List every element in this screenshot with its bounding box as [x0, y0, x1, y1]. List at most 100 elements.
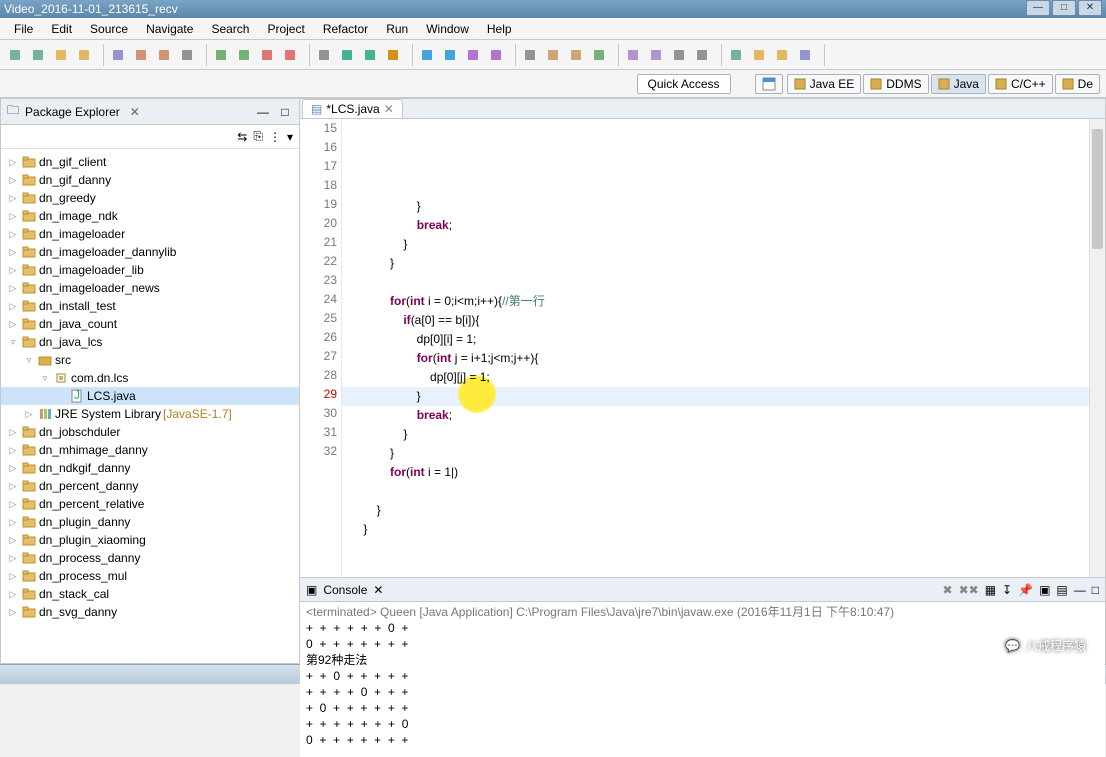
- toolbar-button-0[interactable]: [4, 44, 26, 66]
- toolbar-button-10[interactable]: [210, 44, 232, 66]
- tree-item[interactable]: ▷dn_mhimage_danny: [1, 441, 299, 459]
- menu-file[interactable]: File: [6, 20, 41, 38]
- view-menu-icon[interactable]: ▾: [287, 130, 293, 144]
- tree-item[interactable]: ▷dn_imageloader_lib: [1, 261, 299, 279]
- twisty-icon[interactable]: ▷: [7, 517, 19, 528]
- twisty-icon[interactable]: ▷: [7, 211, 19, 222]
- twisty-icon[interactable]: ▷: [7, 427, 19, 438]
- tree-item[interactable]: JLCS.java: [1, 387, 299, 405]
- toolbar-button-20[interactable]: [416, 44, 438, 66]
- twisty-icon[interactable]: ▷: [7, 589, 19, 600]
- twisty-icon[interactable]: ▷: [7, 481, 19, 492]
- close-tab-icon[interactable]: ✕: [384, 102, 394, 116]
- maximize-button[interactable]: □: [1052, 0, 1076, 16]
- collapse-all-icon[interactable]: ⇆: [237, 130, 247, 144]
- toolbar-button-13[interactable]: [279, 44, 301, 66]
- tree-item[interactable]: ▷dn_imageloader: [1, 225, 299, 243]
- minimize-view-icon[interactable]: —: [255, 104, 271, 120]
- toolbar-button-32[interactable]: [668, 44, 690, 66]
- toolbar-button-18[interactable]: [382, 44, 404, 66]
- twisty-icon[interactable]: ▷: [7, 301, 19, 312]
- toolbar-button-16[interactable]: [336, 44, 358, 66]
- twisty-icon[interactable]: ▷: [7, 175, 19, 186]
- toolbar-button-6[interactable]: [130, 44, 152, 66]
- tree-item[interactable]: ▷dn_imageloader_news: [1, 279, 299, 297]
- max-console-icon[interactable]: □: [1092, 583, 1099, 597]
- toolbar-button-35[interactable]: [725, 44, 747, 66]
- tree-item[interactable]: ▷dn_java_count: [1, 315, 299, 333]
- toolbar-button-22[interactable]: [462, 44, 484, 66]
- twisty-icon[interactable]: ▷: [7, 499, 19, 510]
- minimize-button[interactable]: —: [1026, 0, 1050, 16]
- toolbar-button-1[interactable]: [27, 44, 49, 66]
- tree-item[interactable]: ▷dn_gif_client: [1, 153, 299, 171]
- close-button[interactable]: ✕: [1078, 0, 1102, 16]
- toolbar-button-7[interactable]: [153, 44, 175, 66]
- tree-item[interactable]: ▷dn_ndkgif_danny: [1, 459, 299, 477]
- toolbar-button-17[interactable]: [359, 44, 381, 66]
- twisty-icon[interactable]: ▷: [7, 571, 19, 582]
- tree-item[interactable]: ▷dn_stack_cal: [1, 585, 299, 603]
- perspective-cc[interactable]: C/C++: [988, 74, 1053, 94]
- quick-access[interactable]: Quick Access: [637, 74, 731, 94]
- menu-edit[interactable]: Edit: [43, 20, 80, 38]
- tree-item[interactable]: ▷dn_install_test: [1, 297, 299, 315]
- close-view-icon[interactable]: ✕: [130, 105, 140, 119]
- twisty-icon[interactable]: ▷: [7, 445, 19, 456]
- toolbar-button-3[interactable]: [73, 44, 95, 66]
- tree-item[interactable]: ▷dn_plugin_danny: [1, 513, 299, 531]
- twisty-icon[interactable]: ▷: [7, 607, 19, 618]
- min-console-icon[interactable]: —: [1074, 583, 1086, 597]
- toolbar-button-26[interactable]: [542, 44, 564, 66]
- twisty-icon[interactable]: ▷: [7, 553, 19, 564]
- toolbar-button-30[interactable]: [622, 44, 644, 66]
- perspective-ddms[interactable]: DDMS: [863, 74, 928, 94]
- perspective-de[interactable]: De: [1055, 74, 1100, 94]
- open-perspective-button[interactable]: [755, 74, 783, 94]
- toolbar-button-8[interactable]: [176, 44, 198, 66]
- twisty-icon[interactable]: ▷: [7, 265, 19, 276]
- twisty-icon[interactable]: ▷: [7, 247, 19, 258]
- tree-item[interactable]: ▷dn_image_ndk: [1, 207, 299, 225]
- tree-item[interactable]: ▷dn_percent_relative: [1, 495, 299, 513]
- project-tree[interactable]: ▷dn_gif_client▷dn_gif_danny▷dn_greedy▷dn…: [1, 149, 299, 663]
- tree-item[interactable]: ▷dn_process_mul: [1, 567, 299, 585]
- menu-project[interactable]: Project: [259, 20, 312, 38]
- tree-item[interactable]: ▷dn_percent_danny: [1, 477, 299, 495]
- console-output[interactable]: <terminated> Queen [Java Application] C:…: [300, 602, 1105, 757]
- clear-console-icon[interactable]: ▦: [985, 583, 996, 597]
- twisty-icon[interactable]: ▿: [39, 373, 51, 384]
- twisty-icon[interactable]: ▷: [7, 283, 19, 294]
- tree-item[interactable]: ▷dn_gif_danny: [1, 171, 299, 189]
- menu-refactor[interactable]: Refactor: [315, 20, 376, 38]
- tree-item[interactable]: ▷dn_greedy: [1, 189, 299, 207]
- toolbar-button-21[interactable]: [439, 44, 461, 66]
- twisty-icon[interactable]: ▿: [7, 337, 19, 348]
- filter-icon[interactable]: ⋮: [269, 130, 281, 144]
- link-editor-icon[interactable]: ⎘: [253, 129, 263, 144]
- toolbar-button-25[interactable]: [519, 44, 541, 66]
- tree-item[interactable]: ▷JRE System Library [JavaSE-1.7]: [1, 405, 299, 423]
- scroll-lock-icon[interactable]: ↧: [1002, 583, 1012, 597]
- tree-item[interactable]: ▿src: [1, 351, 299, 369]
- toolbar-button-27[interactable]: [565, 44, 587, 66]
- toolbar-button-38[interactable]: [794, 44, 816, 66]
- perspective-java[interactable]: Java: [931, 74, 986, 94]
- perspective-javaee[interactable]: Java EE: [787, 74, 862, 94]
- code-editor[interactable]: 151617181920212223242526272829303132 } b…: [300, 119, 1105, 577]
- toolbar-button-36[interactable]: [748, 44, 770, 66]
- menu-run[interactable]: Run: [378, 20, 416, 38]
- tree-item[interactable]: ▷dn_imageloader_dannylib: [1, 243, 299, 261]
- menu-navigate[interactable]: Navigate: [138, 20, 201, 38]
- tree-item[interactable]: ▷dn_jobschduler: [1, 423, 299, 441]
- twisty-icon[interactable]: ▷: [7, 535, 19, 546]
- twisty-icon[interactable]: ▿: [23, 355, 35, 366]
- toolbar-button-15[interactable]: [313, 44, 335, 66]
- menu-source[interactable]: Source: [82, 20, 136, 38]
- tree-item[interactable]: ▿dn_java_lcs: [1, 333, 299, 351]
- toolbar-button-33[interactable]: [691, 44, 713, 66]
- menu-help[interactable]: Help: [479, 20, 520, 38]
- remove-all-icon[interactable]: ✖✖: [959, 583, 979, 597]
- twisty-icon[interactable]: ▷: [7, 193, 19, 204]
- tree-item[interactable]: ▷dn_plugin_xiaoming: [1, 531, 299, 549]
